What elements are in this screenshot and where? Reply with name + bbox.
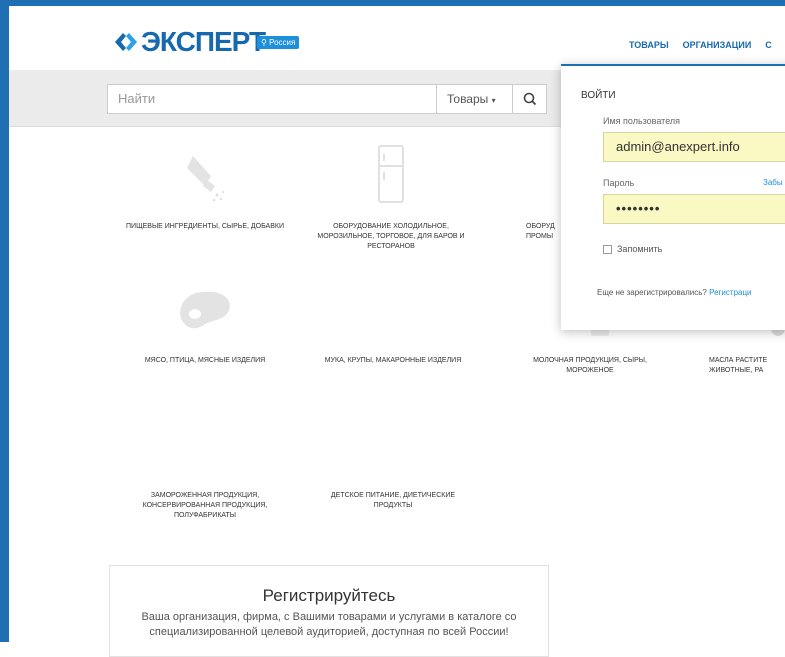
page: ЭКСПЕРТ ⚲ Россия ТОВАРЫ ОРГАНИЗАЦИИ С На… [9, 6, 785, 657]
nav-more[interactable]: С [765, 40, 772, 50]
category-food-ingredients[interactable]: ПИЩЕВЫЕ ИНГРЕДИЕНТЫ, СЫРЬЕ, ДОБАВКИ [125, 222, 285, 232]
register-promo: Регистрируйтесь Ваша организация, фирма,… [109, 565, 549, 657]
forgot-password-link[interactable]: Забы [763, 178, 783, 187]
category-refrigeration-equipment[interactable]: ОБОРУДОВАНИЕ ХОЛОДИЛЬНОЕ, МОРОЗИЛЬНОЕ, Т… [311, 222, 471, 252]
search-input[interactable]: Найти [107, 84, 437, 114]
site-header: ЭКСПЕРТ ⚲ Россия ТОВАРЫ ОРГАНИЗАЦИИ С [9, 6, 785, 70]
username-label: Имя пользователя [603, 116, 681, 126]
location-pin-icon: ⚲ [261, 38, 267, 47]
category-flour-cereals[interactable]: МУКА, КРУПЫ, МАКАРОННЫЕ ИЗДЕЛИЯ [319, 356, 467, 366]
username-field[interactable]: admin@anexpert.info [603, 132, 785, 162]
login-title: ВОЙТИ [581, 90, 616, 101]
window-frame-left [0, 0, 9, 642]
search-scope-label: Товары [447, 92, 489, 106]
register-link[interactable]: Регистраци [709, 288, 751, 297]
remember-me[interactable]: Запомнить [603, 244, 662, 254]
meat-steak-icon [180, 291, 230, 329]
remember-checkbox[interactable] [603, 244, 612, 254]
region-badge[interactable]: ⚲ Россия [257, 36, 300, 49]
not-registered-label: Еще не зарегистрировались? [597, 288, 707, 297]
search-scope-select[interactable]: Товары ▾ [437, 84, 513, 114]
register-title: Регистрируйтесь [262, 586, 396, 605]
category-dairy[interactable]: МОЛОЧНАЯ ПРОДУКЦИЯ, СЫРЫ, МОРОЖЕНОЕ [515, 356, 665, 376]
search-icon [523, 92, 537, 106]
category-baby-diet-food[interactable]: ДЕТСКОЕ ПИТАНИЕ, ДИЕТИЧЕСКИЕ ПРОДУКТЫ [319, 491, 467, 511]
not-registered-text: Еще не зарегистрировались? Регистраци [597, 288, 752, 297]
logo-text: ЭКСПЕРТ [141, 26, 266, 57]
password-field[interactable]: •••••••• [603, 194, 785, 224]
category-meat-poultry[interactable]: МЯСО, ПТИЦА, МЯСНЫЕ ИЗДЕЛИЯ [125, 356, 285, 366]
region-label: Россия [269, 38, 296, 47]
category-oils[interactable]: МАСЛА РАСТИТЕ ЖИВОТНЫЕ, РА [709, 356, 785, 376]
category-frozen-canned[interactable]: ЗАМОРОЖЕННАЯ ПРОДУКЦИЯ, КОНСЕРВИРОВАННАЯ… [125, 491, 285, 521]
spice-bottle-icon [187, 156, 224, 202]
password-label: Пароль [603, 178, 635, 188]
refrigerator-icon [378, 145, 404, 203]
top-nav: ТОВАРЫ ОРГАНИЗАЦИИ С [629, 40, 772, 50]
remember-label: Запомнить [617, 244, 663, 254]
logo-arrows-icon [115, 33, 137, 51]
chevron-down-icon: ▾ [491, 96, 496, 105]
nav-organizations[interactable]: ОРГАНИЗАЦИИ [683, 40, 752, 50]
category-industrial-equipment[interactable]: ОБОРУД ПРОМЫ [526, 222, 566, 242]
site-logo[interactable]: ЭКСПЕРТ [113, 26, 266, 57]
nav-goods[interactable]: ТОВАРЫ [629, 40, 669, 50]
register-text: Ваша организация, фирма, с Вашими товара… [141, 611, 517, 638]
search-button[interactable] [513, 84, 547, 114]
login-dropdown: ВОЙТИ Имя пользователя admin@anexpert.in… [561, 64, 785, 330]
